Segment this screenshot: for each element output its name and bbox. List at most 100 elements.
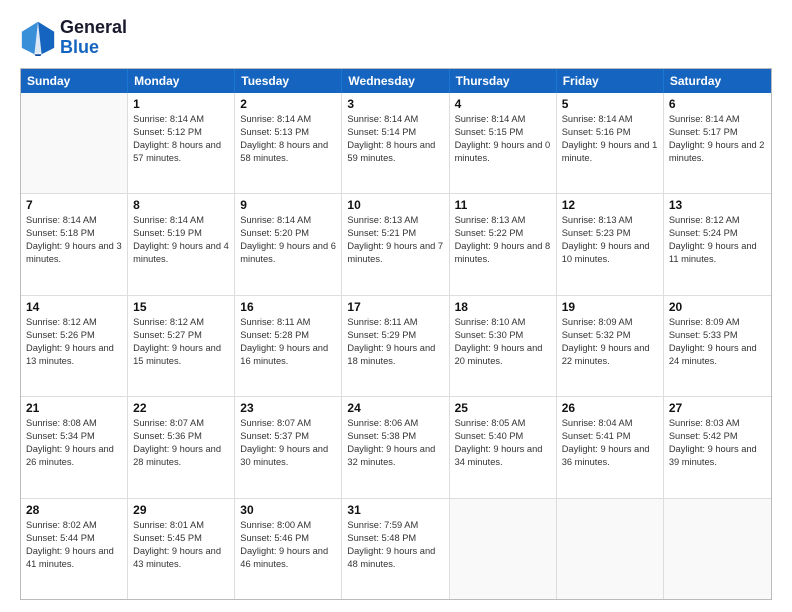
day-cell-29: 29Sunrise: 8:01 AMSunset: 5:45 PMDayligh… [128,499,235,599]
day-cell-25: 25Sunrise: 8:05 AMSunset: 5:40 PMDayligh… [450,397,557,497]
cell-info-line: Sunrise: 8:13 AM [455,214,551,227]
day-cell-18: 18Sunrise: 8:10 AMSunset: 5:30 PMDayligh… [450,296,557,396]
weekday-header-friday: Friday [557,69,664,93]
day-cell-10: 10Sunrise: 8:13 AMSunset: 5:21 PMDayligh… [342,194,449,294]
empty-cell-4-6 [664,499,771,599]
calendar-row-1: 7Sunrise: 8:14 AMSunset: 5:18 PMDaylight… [21,194,771,295]
cell-info-line: Daylight: 9 hours and 34 minutes. [455,443,551,469]
day-number: 2 [240,97,336,111]
cell-info-line: Sunrise: 8:13 AM [562,214,658,227]
cell-info-line: Sunrise: 8:14 AM [669,113,766,126]
weekday-header-tuesday: Tuesday [235,69,342,93]
day-cell-19: 19Sunrise: 8:09 AMSunset: 5:32 PMDayligh… [557,296,664,396]
cell-info-line: Sunrise: 8:14 AM [240,113,336,126]
cell-info-line: Daylight: 9 hours and 20 minutes. [455,342,551,368]
cell-info-line: Sunrise: 8:13 AM [347,214,443,227]
day-number: 5 [562,97,658,111]
page: General Blue SundayMondayTuesdayWednesda… [0,0,792,612]
cell-info-line: Daylight: 9 hours and 16 minutes. [240,342,336,368]
cell-info-line: Daylight: 9 hours and 30 minutes. [240,443,336,469]
cell-info-line: Sunrise: 8:01 AM [133,519,229,532]
cell-info-line: Sunrise: 8:12 AM [133,316,229,329]
cell-info-line: Daylight: 9 hours and 11 minutes. [669,240,766,266]
cell-info-line: Sunset: 5:33 PM [669,329,766,342]
header: General Blue [20,18,772,58]
day-cell-2: 2 Sunrise: 8:14 AMSunset: 5:13 PMDaylight… [235,93,342,193]
cell-info-line: Sunset: 5:42 PM [669,430,766,443]
cell-info-line: Sunrise: 8:14 AM [240,214,336,227]
day-cell-31: 31Sunrise: 7:59 AMSunset: 5:48 PMDayligh… [342,499,449,599]
day-cell-9: 9 Sunrise: 8:14 AMSunset: 5:20 PMDaylight… [235,194,342,294]
cell-info-line: Sunset: 5:29 PM [347,329,443,342]
cell-info-line: Sunrise: 8:14 AM [26,214,122,227]
day-cell-17: 17Sunrise: 8:11 AMSunset: 5:29 PMDayligh… [342,296,449,396]
cell-info-line: Sunset: 5:18 PM [26,227,122,240]
cell-info-line: Daylight: 9 hours and 13 minutes. [26,342,122,368]
day-cell-6: 6Sunrise: 8:14 AMSunset: 5:17 PMDaylight… [664,93,771,193]
cell-info-line: Sunset: 5:48 PM [347,532,443,545]
day-number: 6 [669,97,766,111]
day-number: 9 [240,198,336,212]
day-number: 3 [347,97,443,111]
day-number: 7 [26,198,122,212]
cell-info-line: Sunrise: 8:07 AM [240,417,336,430]
empty-cell-4-5 [557,499,664,599]
cell-info-line: Sunrise: 8:11 AM [347,316,443,329]
cell-info-line: Sunset: 5:22 PM [455,227,551,240]
empty-cell-4-4 [450,499,557,599]
cell-info-line: Daylight: 9 hours and 0 minutes. [455,139,551,165]
cell-info-line: Sunrise: 8:11 AM [240,316,336,329]
calendar: SundayMondayTuesdayWednesdayThursdayFrid… [20,68,772,600]
cell-info-line: Sunset: 5:24 PM [669,227,766,240]
cell-info-line: Daylight: 9 hours and 46 minutes. [240,545,336,571]
weekday-header-thursday: Thursday [450,69,557,93]
cell-info-line: Sunset: 5:37 PM [240,430,336,443]
cell-info-line: Daylight: 9 hours and 7 minutes. [347,240,443,266]
cell-info-line: Daylight: 9 hours and 22 minutes. [562,342,658,368]
cell-info-line: Sunset: 5:44 PM [26,532,122,545]
cell-info-line: Sunrise: 8:14 AM [455,113,551,126]
day-cell-7: 7 Sunrise: 8:14 AMSunset: 5:18 PMDaylight… [21,194,128,294]
cell-info-line: Sunset: 5:28 PM [240,329,336,342]
cell-info-line: Sunset: 5:17 PM [669,126,766,139]
day-cell-14: 14Sunrise: 8:12 AMSunset: 5:26 PMDayligh… [21,296,128,396]
cell-info-line: Sunset: 5:36 PM [133,430,229,443]
day-cell-15: 15Sunrise: 8:12 AMSunset: 5:27 PMDayligh… [128,296,235,396]
cell-info-line: Daylight: 9 hours and 1 minute. [562,139,658,165]
empty-cell-0-0 [21,93,128,193]
cell-info-line: Sunrise: 8:14 AM [562,113,658,126]
cell-info-line: Daylight: 9 hours and 32 minutes. [347,443,443,469]
cell-info-line: Daylight: 9 hours and 4 minutes. [133,240,229,266]
cell-info-line: Sunset: 5:20 PM [240,227,336,240]
cell-info-line: Sunrise: 8:02 AM [26,519,122,532]
day-number: 24 [347,401,443,415]
day-number: 8 [133,198,229,212]
day-number: 30 [240,503,336,517]
cell-info-line: Daylight: 9 hours and 36 minutes. [562,443,658,469]
day-number: 13 [669,198,766,212]
cell-info-line: Sunset: 5:13 PM [240,126,336,139]
logo: General Blue [20,18,127,58]
cell-info-line: Daylight: 9 hours and 3 minutes. [26,240,122,266]
cell-info-line: Sunset: 5:27 PM [133,329,229,342]
day-number: 12 [562,198,658,212]
day-cell-11: 11Sunrise: 8:13 AMSunset: 5:22 PMDayligh… [450,194,557,294]
cell-info-line: Sunset: 5:19 PM [133,227,229,240]
cell-info-line: Daylight: 9 hours and 8 minutes. [455,240,551,266]
cell-info-line: Sunset: 5:14 PM [347,126,443,139]
cell-info-line: Daylight: 8 hours and 58 minutes. [240,139,336,165]
cell-info-line: Daylight: 9 hours and 24 minutes. [669,342,766,368]
cell-info-line: Daylight: 9 hours and 28 minutes. [133,443,229,469]
day-cell-5: 5Sunrise: 8:14 AMSunset: 5:16 PMDaylight… [557,93,664,193]
calendar-row-4: 28Sunrise: 8:02 AMSunset: 5:44 PMDayligh… [21,499,771,599]
day-number: 26 [562,401,658,415]
day-number: 17 [347,300,443,314]
day-number: 14 [26,300,122,314]
cell-info-line: Sunrise: 8:14 AM [133,214,229,227]
day-number: 22 [133,401,229,415]
cell-info-line: Daylight: 9 hours and 6 minutes. [240,240,336,266]
calendar-header: SundayMondayTuesdayWednesdayThursdayFrid… [21,69,771,93]
day-cell-27: 27Sunrise: 8:03 AMSunset: 5:42 PMDayligh… [664,397,771,497]
day-cell-4: 4Sunrise: 8:14 AMSunset: 5:15 PMDaylight… [450,93,557,193]
day-cell-24: 24Sunrise: 8:06 AMSunset: 5:38 PMDayligh… [342,397,449,497]
